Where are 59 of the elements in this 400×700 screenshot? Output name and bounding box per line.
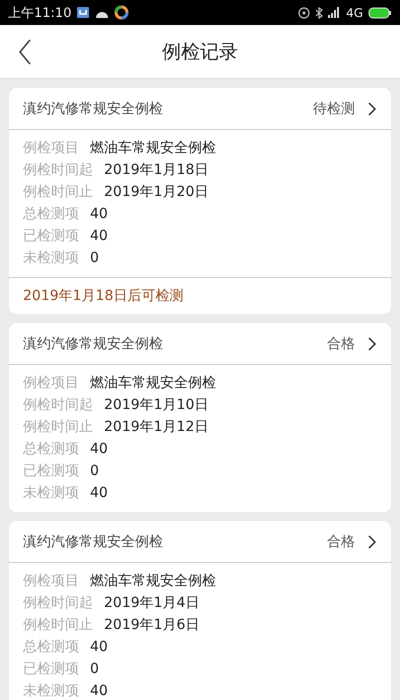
record-card[interactable]: 滇约汽修常规安全例检 合格 例检项目 燃油车常规安全例检 例检时间起 2019年1月4日 例检时间止 2019年1月6日 总检测项 40 已检测项 0 未检测项 40 [9,521,391,700]
field-value: 40 [90,441,108,457]
app-ring-icon [114,5,130,20]
record-card[interactable]: 滇约汽修常规安全例检 合格 例检项目 燃油车常规安全例检 例检时间起 2019年1月10日 例检时间止 2019年1月12日 总检测项 40 已检测项 0 未检测项 40 [9,323,391,512]
field-label: 例检时间止 [23,418,93,436]
field-value: 0 [90,463,99,479]
field-label: 例检时间起 [23,161,93,179]
back-icon[interactable] [18,38,32,64]
field-value: 40 [90,206,108,222]
field-value: 2019年1月12日 [104,418,208,436]
page-title: 例检记录 [161,40,239,64]
field-value: 40 [90,639,108,655]
field-label: 例检时间止 [23,616,93,634]
field-value: 40 [90,228,108,244]
app-notification-icon [76,6,90,19]
field-value: 2019年1月20日 [104,183,208,201]
field-label: 未检测项 [23,682,79,700]
chevron-right-icon[interactable] [367,100,377,116]
field-value: 0 [90,250,99,266]
field-value: 2019年1月6日 [104,616,200,634]
field-label: 总检测项 [23,440,79,458]
field-label: 已检测项 [23,660,79,678]
field-value: 燃油车常规安全例检 [90,572,216,590]
chevron-right-icon[interactable] [367,534,377,550]
field-value: 2019年1月10日 [104,396,208,414]
record-title: 滇约汽修常规安全例检 [23,532,163,550]
record-status: 待检测 [313,100,355,118]
field-value: 40 [90,683,108,699]
record-title: 滇约汽修常规安全例检 [23,100,163,118]
field-value: 2019年1月18日 [104,161,208,179]
field-label: 已检测项 [23,227,79,245]
record-card[interactable]: 滇约汽修常规安全例检 待检测 例检项目 燃油车常规安全例检 例检时间起 2019年1月18日 例检时间止 2019年1月20日 总检测项 40 已检测项 40 未检测项 0 2019年1月18日后可检测 [9,88,391,314]
field-label: 例检时间起 [23,396,93,414]
field-label: 未检测项 [23,249,79,267]
field-label: 总检测项 [23,205,79,223]
record-note: 2019年1月18日后可检测 [9,277,391,314]
record-title: 滇约汽修常规安全例检 [23,334,163,352]
chevron-right-icon[interactable] [367,336,377,352]
record-status: 合格 [327,334,355,352]
field-label: 未检测项 [23,484,79,502]
hotspot-icon [298,6,310,18]
field-value: 燃油车常规安全例检 [90,374,216,392]
field-value: 燃油车常规安全例检 [90,139,216,157]
field-label: 总检测项 [23,638,79,656]
field-label: 例检项目 [23,374,79,392]
field-value: 2019年1月4日 [104,594,200,612]
record-status: 合格 [327,532,355,550]
field-label: 例检时间起 [23,594,93,612]
battery-icon [368,6,392,18]
field-label: 例检项目 [23,139,79,157]
bluetooth-icon [315,6,324,18]
field-label: 已检测项 [23,462,79,480]
signal-icon [328,7,342,18]
field-value: 0 [90,661,99,677]
field-label: 例检项目 [23,572,79,590]
network-type: 4G [346,6,363,20]
field-label: 例检时间止 [23,183,93,201]
field-value: 40 [90,485,108,501]
status-time: 上午11:10 [8,4,72,22]
